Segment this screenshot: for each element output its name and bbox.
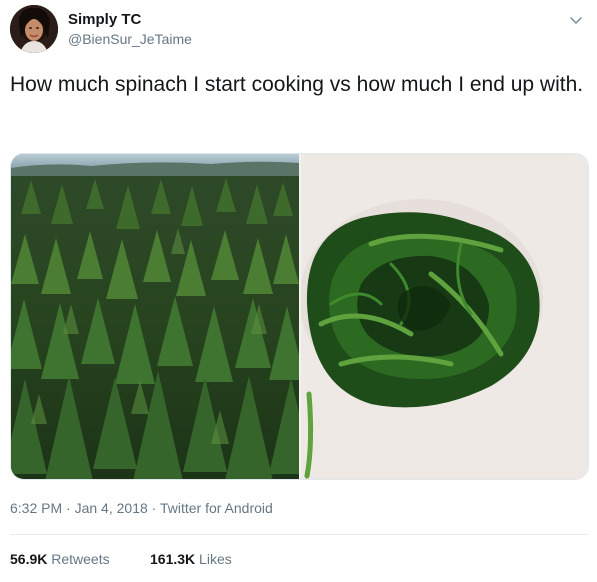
likes-label: Likes [199,551,232,567]
cooked-spinach-photo[interactable] [299,154,588,479]
tweet-media[interactable] [10,153,589,480]
retweets-stat[interactable]: 56.9K Retweets [10,551,110,567]
retweets-count: 56.9K [10,551,48,567]
tweet-date[interactable]: Jan 4, 2018 [75,500,148,516]
divider [10,534,589,535]
chevron-down-icon[interactable] [568,12,584,28]
tweet-text: How much spinach I start cooking vs how … [10,73,584,96]
retweets-label: Retweets [51,551,110,567]
tweet-time[interactable]: 6:32 PM [10,500,62,516]
tweet-timestamp: 6:32 PM · Jan 4, 2018 · Twitter for Andr… [10,500,273,516]
avatar[interactable] [10,5,58,53]
author-name[interactable]: Simply TC [68,11,141,28]
meta-separator: · [66,500,71,516]
likes-count: 161.3K [150,551,196,567]
tweet: Simply TC @BienSur_JeTaime How much spin… [0,0,597,582]
forest-photo[interactable] [11,154,313,479]
author-handle[interactable]: @BienSur_JeTaime [68,31,192,47]
likes-stat[interactable]: 161.3K Likes [150,551,232,567]
meta-separator: · [151,500,157,516]
tweet-source[interactable]: Twitter for Android [160,500,273,516]
